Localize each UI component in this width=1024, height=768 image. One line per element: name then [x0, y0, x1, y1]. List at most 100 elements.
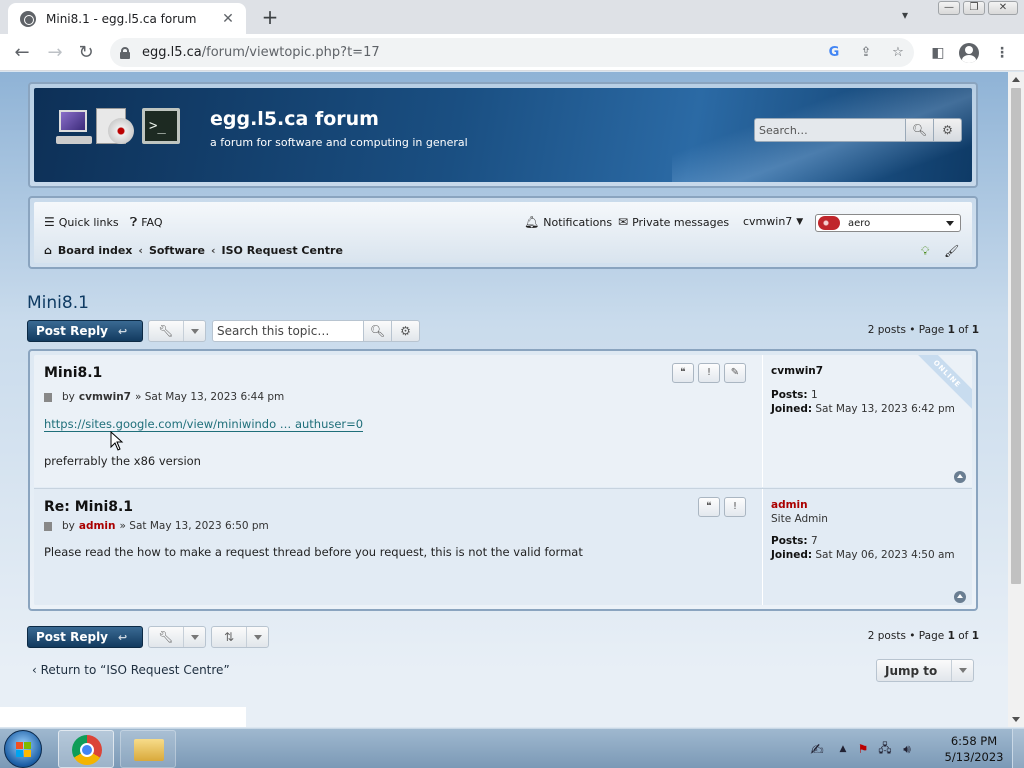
paintbrush-icon[interactable]: 🖌︎: [944, 244, 959, 258]
side-panel-icon[interactable]: ◧: [928, 43, 948, 63]
minimize-button[interactable]: —: [938, 1, 960, 15]
post-meta: by admin » Sat May 13, 2023 6:50 pm: [44, 520, 269, 532]
action-center-flag-icon[interactable]: ⚑: [852, 742, 874, 756]
post-body: Please read the how to make a request th…: [44, 545, 583, 559]
post-file-icon[interactable]: [44, 521, 52, 531]
edit-pencil-icon[interactable]: ✎: [724, 363, 746, 383]
header-search-input[interactable]: Search…: [754, 118, 906, 142]
advanced-search-gear-icon[interactable]: ⚙: [934, 118, 962, 142]
page-title[interactable]: Mini8.1: [27, 293, 89, 313]
post-title[interactable]: Re: Mini8.1: [44, 499, 133, 515]
address-bar[interactable]: egg.l5.ca/forum/viewtopic.php?t=17 G ⇪ ☆: [110, 38, 914, 67]
topic-tools-dropdown[interactable]: 🔧︎: [148, 626, 206, 648]
bell-icon: 🔔︎: [524, 215, 540, 229]
show-hidden-icons-chevron-icon[interactable]: ▲: [834, 744, 852, 754]
post-file-icon[interactable]: [44, 392, 52, 402]
search-icon[interactable]: 🔍︎: [906, 118, 934, 142]
back-to-top-icon[interactable]: [954, 591, 966, 603]
hamburger-icon: ☰: [44, 215, 55, 229]
site-header: >_ egg.l5.ca forum a forum for software …: [28, 82, 978, 188]
breadcrumb-software[interactable]: Software: [149, 244, 205, 257]
notifications-link[interactable]: 🔔︎ Notifications: [524, 215, 612, 229]
share-icon[interactable]: ⇪: [858, 45, 874, 61]
show-desktop-button[interactable]: [1012, 729, 1024, 768]
close-window-button[interactable]: ✕: [988, 1, 1018, 15]
google-lens-icon[interactable]: G: [826, 45, 842, 61]
taskbar-clock[interactable]: 6:58 PM 5/13/2023: [944, 733, 1004, 765]
lightbulb-icon[interactable]: 💡︎: [921, 244, 929, 259]
post-reply-button[interactable]: Post Reply ↩: [27, 320, 143, 342]
browser-tab[interactable]: Mini8.1 - egg.l5.ca forum ✕: [8, 3, 246, 34]
scrollbar-thumb[interactable]: [1011, 88, 1021, 584]
topic-search: Search this topic… 🔍︎ ⚙: [212, 320, 420, 342]
globe-icon: [20, 10, 36, 27]
windows-logo-icon: [16, 742, 32, 758]
quick-links-menu[interactable]: ☰ Quick links: [44, 215, 119, 229]
terminal-icon: >_: [142, 108, 180, 144]
restore-button[interactable]: ❐: [963, 1, 985, 15]
back-to-top-icon[interactable]: [954, 471, 966, 483]
tab-title: Mini8.1 - egg.l5.ca forum: [46, 11, 197, 26]
style-switcher-select[interactable]: aero: [815, 214, 961, 232]
header-search: Search… 🔍︎ ⚙: [754, 118, 962, 142]
close-tab-icon[interactable]: ✕: [220, 11, 236, 27]
quote-button[interactable]: ❝: [672, 363, 694, 383]
profile-button[interactable]: [959, 43, 979, 63]
advanced-search-gear-icon[interactable]: ⚙: [392, 320, 420, 342]
scroll-up-arrow-icon[interactable]: [1012, 77, 1020, 82]
lock-icon[interactable]: [120, 46, 130, 59]
faq-link[interactable]: ❓︎ FAQ: [130, 215, 163, 230]
search-icon[interactable]: 🔍︎: [364, 320, 392, 342]
url-text[interactable]: egg.l5.ca/forum/viewtopic.php?t=17: [142, 45, 380, 60]
forward-button[interactable]: →: [43, 41, 67, 65]
chevron-down-icon: [958, 668, 967, 673]
wrench-icon: 🔧︎: [158, 324, 174, 338]
post-link[interactable]: https://sites.google.com/view/miniwindo …: [44, 417, 364, 432]
new-tab-button[interactable]: +: [258, 6, 282, 28]
chevron-down-icon: [946, 220, 954, 226]
taskbar-explorer-button[interactable]: [120, 730, 176, 768]
reply-arrow-icon: ↩: [118, 630, 128, 644]
chevron-down-icon: [190, 634, 199, 640]
chevron-left-icon: ‹: [32, 663, 41, 677]
network-icon[interactable]: 🖧︎: [874, 739, 896, 760]
report-button[interactable]: !: [724, 497, 746, 517]
bookmark-star-icon[interactable]: ☆: [890, 45, 906, 61]
topic-action-bar-top: Post Reply ↩ 🔧︎ Search this topic… 🔍︎ ⚙ …: [27, 320, 979, 342]
report-button[interactable]: !: [698, 363, 720, 383]
post-actions: ❝ ! ✎: [672, 363, 746, 383]
private-messages-link[interactable]: ✉ Private messages: [618, 215, 729, 229]
jump-to-dropdown[interactable]: Jump to: [876, 659, 974, 682]
return-to-forum-link[interactable]: ‹ Return to “ISO Request Centre”: [32, 663, 230, 677]
profile-username[interactable]: admin: [771, 499, 960, 511]
back-button[interactable]: ←: [10, 41, 34, 65]
post-title[interactable]: Mini8.1: [44, 365, 102, 381]
sort-options-dropdown[interactable]: ⇅: [211, 626, 269, 648]
wrench-icon: 🔧︎: [158, 630, 174, 644]
post-reply-button[interactable]: Post Reply ↩: [27, 626, 143, 648]
tab-search-chevron-icon[interactable]: ▾: [896, 8, 914, 26]
start-button[interactable]: [4, 730, 42, 768]
post-author[interactable]: cvmwin7: [79, 391, 131, 403]
profile-posts: Posts: 7: [771, 535, 818, 547]
pagination-bottom: 2 posts • Page 1 of 1: [867, 630, 979, 642]
reload-button[interactable]: ↻: [74, 41, 98, 65]
scroll-down-arrow-icon[interactable]: [1012, 717, 1020, 722]
volume-icon[interactable]: 🔊︎: [896, 742, 918, 757]
taskbar-chrome-button[interactable]: [58, 730, 114, 768]
site-title[interactable]: egg.l5.ca forum: [210, 108, 379, 130]
topic-tools-dropdown[interactable]: 🔧︎: [148, 320, 206, 342]
topic-search-input[interactable]: Search this topic…: [212, 320, 364, 342]
post-author[interactable]: admin: [79, 520, 116, 532]
breadcrumb-iso-request-centre[interactable]: ISO Request Centre: [222, 244, 343, 257]
user-menu[interactable]: cvmwin7 ▼: [743, 215, 803, 228]
post-body: preferrably the x86 version: [44, 454, 201, 468]
folder-icon: [134, 739, 164, 761]
page-scrollbar[interactable]: [1008, 72, 1024, 727]
site-logo[interactable]: >_: [56, 108, 180, 150]
breadcrumb-board-index[interactable]: Board index: [58, 244, 133, 257]
menu-kebab-icon[interactable]: ⋮: [992, 43, 1012, 63]
pen-input-icon[interactable]: ✍: [800, 740, 834, 759]
browser-toolbar: ← → ↻ egg.l5.ca/forum/viewtopic.php?t=17…: [0, 34, 1024, 71]
quote-button[interactable]: ❝: [698, 497, 720, 517]
